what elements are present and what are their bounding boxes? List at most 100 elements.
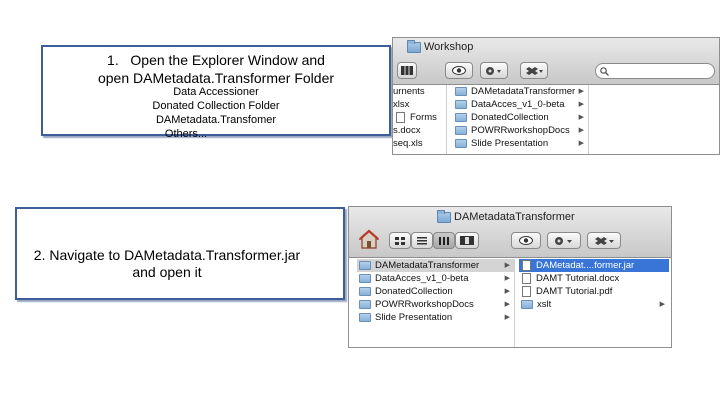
- quick-look-button[interactable]: [511, 232, 541, 249]
- list-item[interactable]: POWRRworkshopDocs ▶: [453, 124, 588, 137]
- finder-column-1: DAMetadataTransformer ▶ DataAcces_v1_0-be…: [357, 259, 515, 347]
- item-label: DAMetadataTransformer: [375, 260, 480, 271]
- window-title-text: DAMetadataTransformer: [454, 211, 575, 223]
- step-2-line2: and open it: [132, 264, 202, 280]
- list-item[interactable]: Forms: [393, 111, 446, 124]
- item-label: DAMT Tutorial.docx: [536, 273, 620, 284]
- list-item[interactable]: seq.xls: [393, 137, 446, 150]
- list-item[interactable]: DAMT Tutorial.pdf: [519, 285, 669, 298]
- columns-view-icon: [439, 236, 449, 245]
- folder-icon: [437, 209, 451, 223]
- columns-view-icon: [401, 66, 413, 75]
- eye-icon: [519, 236, 533, 245]
- folder-icon: [359, 287, 371, 296]
- chevron-right-icon: ▶: [504, 262, 510, 269]
- item-label: DAMetadat....former.jar: [536, 260, 635, 271]
- path-item: Others...: [164, 128, 208, 140]
- item-label: xslt: [537, 299, 552, 310]
- chevron-right-icon: ▶: [578, 127, 584, 134]
- view-list-button[interactable]: [411, 232, 433, 249]
- chevron-right-icon: ▶: [504, 288, 510, 295]
- item-label: DataAcces_v1_0-beta: [471, 99, 565, 110]
- chevron-right-icon: ▶: [578, 101, 584, 108]
- item-label: DAMetadataTransformer: [471, 86, 576, 97]
- item-label: DAMT Tutorial.pdf: [536, 286, 613, 297]
- folder-icon: [455, 100, 467, 109]
- quick-look-button[interactable]: [445, 62, 473, 79]
- folder-icon: [521, 300, 533, 309]
- list-item-selected[interactable]: DAMetadat....former.jar: [519, 259, 669, 272]
- dropbox-menu-button[interactable]: [520, 62, 548, 79]
- item-label: seq.xls: [393, 138, 423, 149]
- chevron-right-icon: ▶: [504, 275, 510, 282]
- path-item: Data Accessioner: [173, 86, 259, 98]
- finder-column-2: DAMetadat....former.jar DAMT Tutorial.do…: [519, 259, 669, 347]
- search-icon: [600, 66, 609, 76]
- finder-toolbar: DAMetadataTransformer: [349, 207, 671, 258]
- list-item[interactable]: DonatedCollection ▶: [453, 111, 588, 124]
- list-item[interactable]: POWRRworkshopDocs ▶: [357, 298, 514, 311]
- finder-column-1: urnents xlsx Forms s.docx seq.xls: [393, 85, 447, 154]
- list-item[interactable]: DAMetadataTransformer ▶: [453, 85, 588, 98]
- dropbox-menu-button[interactable]: [587, 232, 621, 249]
- chevron-right-icon: ▶: [578, 140, 584, 147]
- view-columns-button[interactable]: [397, 62, 417, 79]
- chevron-right-icon: ▶: [578, 88, 584, 95]
- item-label: xlsx: [393, 99, 410, 110]
- gear-icon: [555, 236, 572, 245]
- step-2-title: 2. Navigate to DAMetadata.Transformer.ja…: [21, 247, 313, 281]
- path-item: DAMetadata.Transfomer: [155, 114, 277, 126]
- folder-icon: [455, 126, 467, 135]
- folder-icon: [359, 274, 371, 283]
- dropbox-icon: [595, 236, 614, 245]
- list-item[interactable]: s.docx: [393, 124, 446, 137]
- list-item[interactable]: urnents: [393, 85, 446, 98]
- view-icons-button[interactable]: [389, 232, 411, 249]
- item-label: DataAcces_v1_0-beta: [375, 273, 469, 284]
- instruction-step-1: 1. Open the Explorer Window and open DAM…: [41, 45, 391, 140]
- list-item[interactable]: DonatedCollection ▶: [357, 285, 514, 298]
- finder-toolbar: Workshop: [393, 38, 719, 85]
- list-item[interactable]: xslt ▶: [519, 298, 669, 311]
- dropbox-icon: [526, 66, 543, 75]
- chevron-right-icon: ▶: [504, 314, 510, 321]
- list-item[interactable]: xlsx: [393, 98, 446, 111]
- folder-icon: [359, 313, 371, 322]
- action-menu-button[interactable]: [547, 232, 581, 249]
- instruction-step-2: 2. Navigate to DAMetadata.Transformer.ja…: [15, 207, 345, 300]
- item-label: POWRRworkshopDocs: [471, 125, 570, 136]
- chevron-right-icon: ▶: [578, 114, 584, 121]
- list-item[interactable]: DAMT Tutorial.docx: [519, 272, 669, 285]
- list-item[interactable]: DataAcces_v1_0-beta ▶: [357, 272, 514, 285]
- list-item[interactable]: Slide Presentation ▶: [453, 137, 588, 150]
- item-label: Slide Presentation: [375, 312, 453, 323]
- list-item[interactable]: DataAcces_v1_0-beta ▶: [453, 98, 588, 111]
- folder-icon: [359, 261, 371, 270]
- chevron-right-icon: ▶: [659, 301, 665, 308]
- view-coverflow-button[interactable]: [455, 232, 479, 249]
- item-label: DonatedCollection: [471, 112, 549, 123]
- search-input[interactable]: [595, 63, 715, 79]
- view-columns-button[interactable]: [433, 232, 455, 249]
- document-icon: [522, 273, 531, 284]
- item-label: s.docx: [393, 125, 421, 136]
- folder-icon: [455, 113, 467, 122]
- folder-icon: [359, 300, 371, 309]
- path-item: Donated Collection Folder: [152, 100, 280, 112]
- step-2-line1: 2. Navigate to DAMetadata.Transformer.ja…: [33, 247, 301, 263]
- list-item[interactable]: DAMetadataTransformer ▶: [357, 259, 514, 272]
- item-label: urnents: [393, 86, 425, 97]
- finder-window-damt: DAMetadataTransformer DAMetadataTransfor…: [348, 206, 672, 348]
- item-label: POWRRworkshopDocs: [375, 299, 474, 310]
- chevron-right-icon: ▶: [504, 301, 510, 308]
- icon-view-icon: [395, 236, 405, 245]
- action-menu-button[interactable]: [480, 62, 508, 79]
- item-label: Slide Presentation: [471, 138, 549, 149]
- gear-icon: [486, 66, 501, 75]
- list-item[interactable]: Slide Presentation ▶: [357, 311, 514, 324]
- finder-window-workshop: Workshop urnents xlsx Forms s.docx seq.x…: [392, 37, 720, 155]
- coverflow-view-icon: [460, 236, 474, 245]
- folder-icon: [455, 139, 467, 148]
- home-icon[interactable]: [359, 229, 379, 249]
- step-1-path-list: Data Accessioner Donated Collection Fold…: [43, 85, 389, 141]
